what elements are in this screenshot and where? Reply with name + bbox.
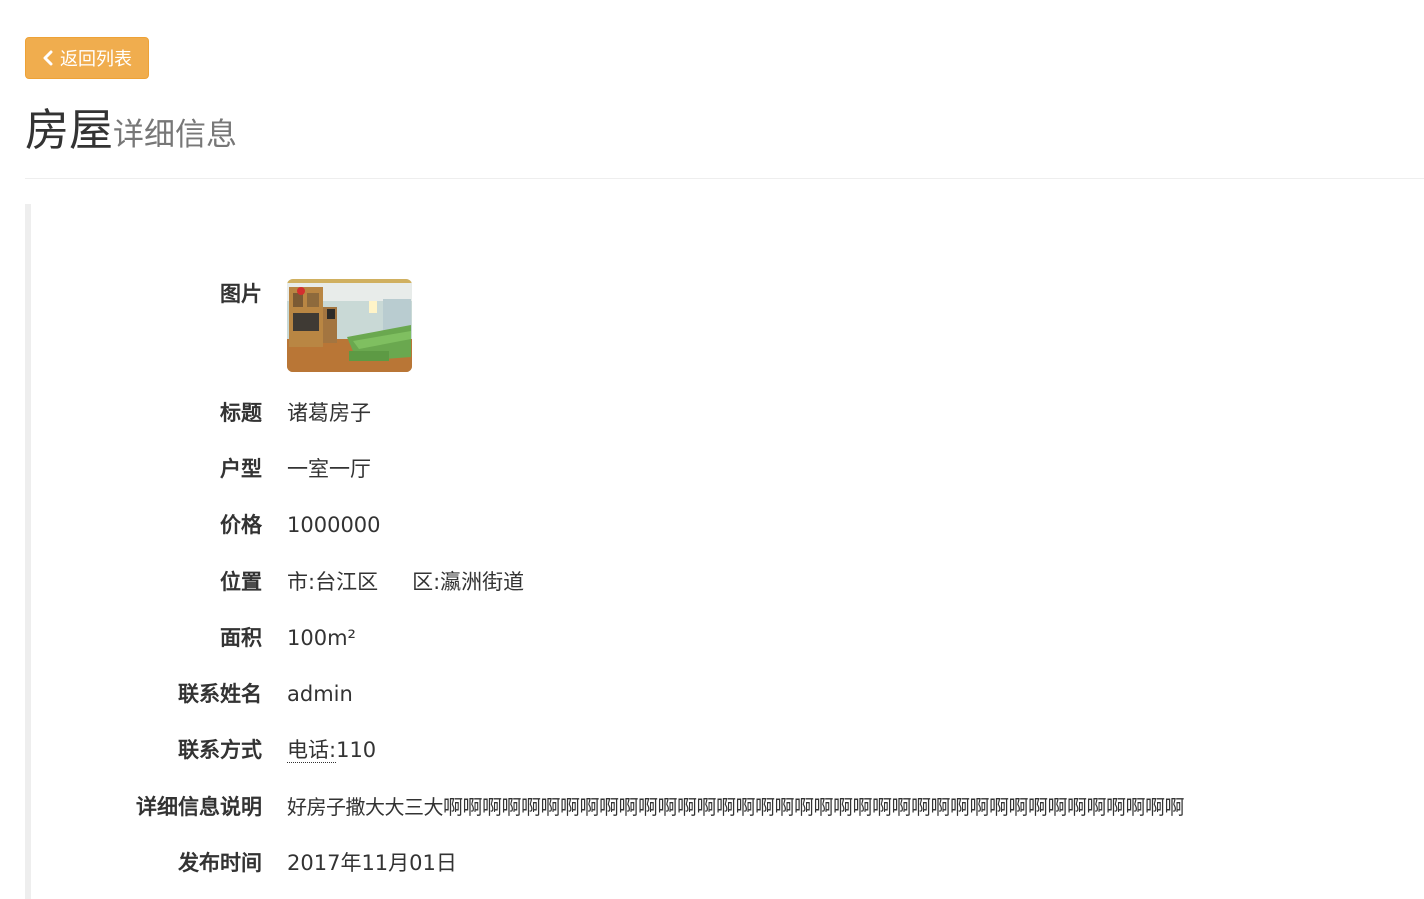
title-label: 标题 — [220, 401, 262, 425]
contact-name-label: 联系姓名 — [178, 682, 262, 706]
page-title: 房屋详细信息 — [25, 100, 1424, 166]
photo-label: 图片 — [220, 282, 262, 306]
detail-row-publish-time: 发布时间 2017年11月01日 — [31, 848, 1424, 878]
detail-row-contact-method: 联系方式 电话:110 — [31, 735, 1424, 765]
price-value: 1000000 — [287, 513, 381, 537]
area-label: 面积 — [220, 626, 262, 650]
title-value: 诸葛房子 — [287, 401, 371, 425]
phone-abbr: 电话: — [287, 738, 337, 763]
contact-name-value: admin — [287, 682, 353, 706]
page-header: 房屋详细信息 — [25, 100, 1424, 179]
detail-row-photo: 图片 — [31, 279, 1424, 309]
description-label: 详细信息说明 — [136, 795, 262, 819]
location-city: 市:台江区 — [287, 570, 379, 594]
chevron-left-icon — [42, 50, 54, 66]
location-district: 区:瀛洲街道 — [412, 570, 525, 594]
detail-row-description: 详细信息说明 好房子撒大大三大啊啊啊啊啊啊啊啊啊啊啊啊啊啊啊啊啊啊啊啊啊啊啊啊啊… — [31, 792, 1424, 822]
contact-method-label: 联系方式 — [178, 738, 262, 762]
location-value: 市:台江区 区:瀛洲街道 — [287, 567, 524, 597]
detail-row-area: 面积 100m² — [31, 623, 1424, 653]
location-label: 位置 — [220, 570, 262, 594]
detail-row-price: 价格 1000000 — [31, 510, 1424, 540]
detail-row-location: 位置 市:台江区 区:瀛洲街道 — [31, 567, 1424, 597]
layout-label: 户型 — [220, 457, 262, 481]
back-to-list-button[interactable]: 返回列表 — [25, 37, 149, 79]
phone-number: 110 — [336, 738, 377, 762]
contact-method-value: 电话:110 — [287, 735, 376, 765]
detail-row-layout: 户型 一室一厅 — [31, 454, 1424, 484]
area-value: 100m² — [287, 626, 356, 650]
publish-time-value: 2017年11月01日 — [287, 851, 457, 875]
layout-value: 一室一厅 — [287, 457, 371, 481]
page-title-main: 房屋 — [25, 105, 113, 156]
publish-time-label: 发布时间 — [178, 851, 262, 875]
back-button-label: 返回列表 — [60, 49, 132, 69]
detail-row-title: 标题 诸葛房子 — [31, 398, 1424, 428]
house-detail-panel: 图片 标题 诸葛房子 户型 一室一厅 价格 1000000 位置 市:台江区 区… — [25, 204, 1424, 899]
detail-row-contact-name: 联系姓名 admin — [31, 679, 1424, 709]
page-title-sub: 详细信息 — [113, 117, 237, 153]
price-label: 价格 — [220, 513, 262, 537]
house-photo — [287, 279, 412, 372]
description-value: 好房子撒大大三大啊啊啊啊啊啊啊啊啊啊啊啊啊啊啊啊啊啊啊啊啊啊啊啊啊啊啊啊啊啊啊啊… — [287, 795, 1185, 819]
